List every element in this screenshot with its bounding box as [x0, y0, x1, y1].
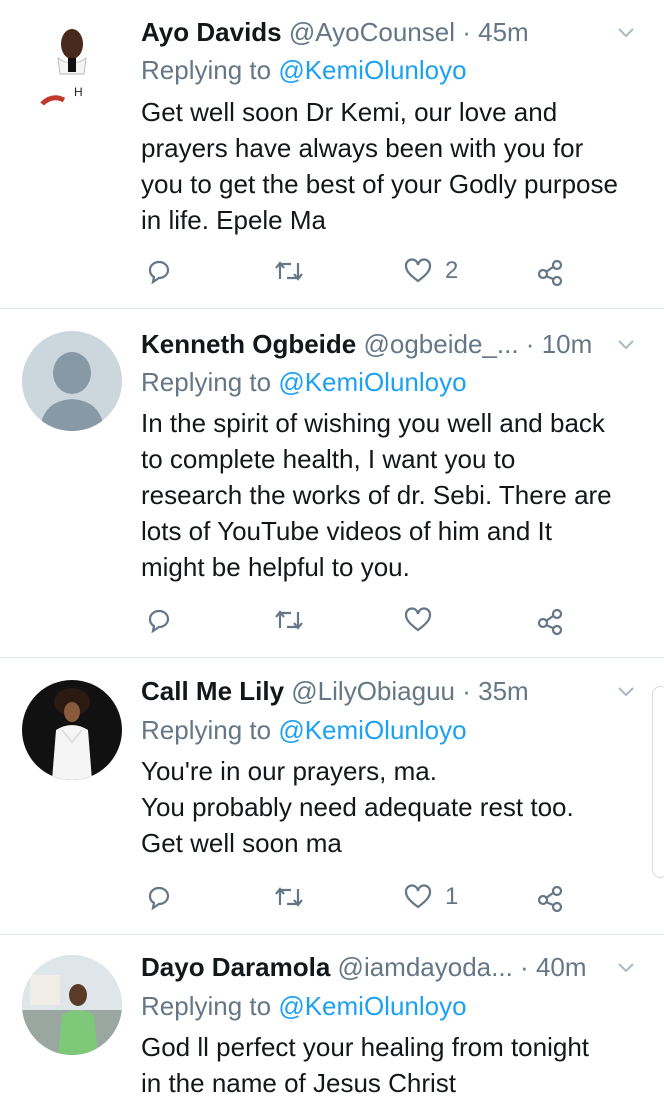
- svg-text:H: H: [74, 85, 83, 99]
- avatar[interactable]: [22, 331, 122, 431]
- author-name[interactable]: Kenneth Ogbeide: [141, 329, 356, 359]
- chevron-down-icon[interactable]: [616, 22, 636, 42]
- tweet-text: In the spirit of wishing you well and ba…: [141, 408, 612, 582]
- tweet-3[interactable]: Call Me Lily @LilyObiaguu · 35m Replying…: [0, 658, 664, 935]
- reply-button[interactable]: [145, 602, 173, 638]
- reply-button[interactable]: [145, 879, 173, 915]
- chevron-down-icon[interactable]: [616, 334, 636, 354]
- avatar[interactable]: [22, 680, 122, 780]
- reply-icon: [148, 609, 170, 634]
- replying-to: Replying to @KemiOlunloyo: [141, 991, 467, 1021]
- share-icon: [537, 885, 563, 912]
- author-handle[interactable]: @LilyObiaguu: [291, 676, 455, 706]
- like-icon: [404, 884, 432, 909]
- like-count: 1: [445, 883, 459, 910]
- avatar[interactable]: [22, 955, 122, 1055]
- retweet-icon: [275, 261, 303, 281]
- timestamp[interactable]: 35m: [478, 676, 529, 706]
- like-icon: [404, 607, 432, 632]
- tweet-header: Ayo Davids @AyoCounsel · 45m: [141, 14, 646, 50]
- author-handle[interactable]: @ogbeide_...: [363, 329, 518, 359]
- like-button[interactable]: [403, 602, 445, 638]
- reply-icon: [148, 260, 170, 285]
- share-button[interactable]: [535, 253, 565, 289]
- retweet-button[interactable]: [273, 253, 305, 289]
- author-handle[interactable]: @iamdayoda...: [338, 952, 513, 982]
- like-button[interactable]: 2: [403, 253, 458, 289]
- tweet-text: You're in our prayers, ma. You probably …: [141, 756, 574, 858]
- tweet-header: Kenneth Ogbeide @ogbeide_... · 10m: [141, 326, 646, 362]
- tweet-header: Dayo Daramola @iamdayoda... · 40m: [141, 949, 646, 985]
- author-name[interactable]: Dayo Daramola: [141, 952, 330, 982]
- mention-link[interactable]: @KemiOlunloyo: [278, 991, 466, 1021]
- author-name[interactable]: Call Me Lily: [141, 676, 284, 706]
- retweet-icon: [275, 887, 303, 907]
- replying-to: Replying to @KemiOlunloyo: [141, 55, 467, 85]
- tweet-text: Get well soon Dr Kemi, our love and pray…: [141, 97, 618, 235]
- like-count: 2: [445, 257, 459, 284]
- tweet-text: God ll perfect your healing from tonight…: [141, 1032, 590, 1098]
- tweet-1[interactable]: H Ayo Davids @AyoCounsel · 45m Replying …: [0, 0, 664, 309]
- retweet-icon: [275, 610, 303, 630]
- reply-button[interactable]: [145, 253, 173, 289]
- share-icon: [537, 259, 563, 286]
- share-icon: [537, 608, 563, 635]
- share-button[interactable]: [535, 602, 565, 638]
- tweet-2[interactable]: Kenneth Ogbeide @ogbeide_... · 10m Reply…: [0, 309, 664, 658]
- share-button[interactable]: [535, 879, 565, 915]
- tweet-actions: [141, 602, 581, 638]
- author-handle[interactable]: @AyoCounsel: [289, 17, 455, 47]
- retweet-button[interactable]: [273, 879, 305, 915]
- tweet-header: Call Me Lily @LilyObiaguu · 35m: [141, 673, 646, 709]
- tweet-actions: 1: [141, 879, 581, 915]
- tweet-actions: 2: [141, 253, 581, 289]
- timestamp[interactable]: 40m: [536, 952, 587, 982]
- mention-link[interactable]: @KemiOlunloyo: [278, 55, 466, 85]
- like-button[interactable]: 1: [403, 879, 458, 915]
- mention-link[interactable]: @KemiOlunloyo: [278, 367, 466, 397]
- timestamp[interactable]: 45m: [478, 17, 529, 47]
- retweet-button[interactable]: [273, 602, 305, 638]
- timestamp[interactable]: 10m: [542, 329, 593, 359]
- avatar[interactable]: H: [22, 14, 122, 114]
- tweet-4[interactable]: Dayo Daramola @iamdayoda... · 40m Replyi…: [0, 935, 664, 1105]
- replying-to: Replying to @KemiOlunloyo: [141, 367, 467, 397]
- author-name[interactable]: Ayo Davids: [141, 17, 282, 47]
- mention-link[interactable]: @KemiOlunloyo: [278, 715, 466, 745]
- chevron-down-icon[interactable]: [616, 681, 636, 701]
- replying-to: Replying to @KemiOlunloyo: [141, 715, 467, 745]
- scrollbar-handle[interactable]: [652, 686, 664, 878]
- like-icon: [404, 258, 432, 283]
- chevron-down-icon[interactable]: [616, 957, 636, 977]
- reply-icon: [148, 886, 170, 911]
